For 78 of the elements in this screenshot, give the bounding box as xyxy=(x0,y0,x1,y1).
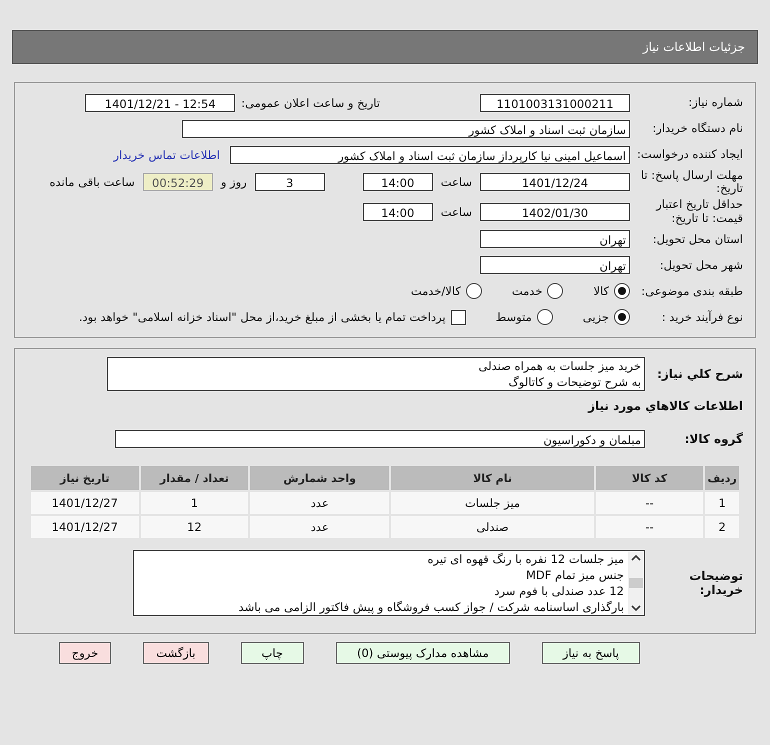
action-button[interactable]: بازگشت xyxy=(143,642,208,664)
table-cell: -- xyxy=(596,492,704,514)
page-title: جزئیات اطلاعات نیاز xyxy=(642,40,745,54)
table-cell: عدد xyxy=(250,516,390,538)
deadline-time-field: 14:00 xyxy=(362,173,433,192)
buyer-contact-link[interactable]: اطلاعات تماس خریدار xyxy=(113,148,220,162)
field-label: روز و xyxy=(220,175,247,190)
column-header: نام کالا xyxy=(391,466,594,490)
field-label: نوع فرآیند خرید : xyxy=(660,310,744,324)
field-label: طبقه بندی موضوعی: xyxy=(640,284,744,298)
action-button[interactable]: پاسخ به نیاز xyxy=(542,642,640,664)
action-button[interactable]: چاپ xyxy=(240,642,304,664)
text-line: خرید میز جلسات به همراه صندلی xyxy=(478,358,641,374)
radio-button[interactable] xyxy=(536,309,553,326)
field-label: شرح کلي نياز: xyxy=(656,367,744,381)
text-line: بارگذاری اساسنامه شرکت / جواز کسب فروشگاه و پیش فاکتور الزامی می باشد xyxy=(238,599,624,615)
checkbox-label: پرداخت تمام یا بخشی از مبلغ خرید،از محل "اسناد خزانه اسلامی" خواهد بود. xyxy=(78,310,446,324)
scrollbar-thumb[interactable] xyxy=(629,578,643,588)
validity-date-field: 1402/01/30 xyxy=(480,202,630,221)
text-line: میز جلسات 12 نفره با رنگ قهوه ای تیره xyxy=(426,551,624,567)
column-header: ردیف xyxy=(705,466,739,490)
field-label: ساعت باقی مانده xyxy=(50,175,135,190)
field-label: شماره نیاز: xyxy=(687,96,744,110)
field-label: مهلت ارسال پاسخ: تا تاریخ: xyxy=(640,169,744,196)
radio-label: کالا/خدمت xyxy=(410,284,461,298)
city-field: تهران xyxy=(480,256,630,274)
field-label: نام دستگاه خریدار: xyxy=(651,122,744,136)
deadline-date-field: 1401/12/24 xyxy=(480,173,630,192)
field-label: ساعت xyxy=(440,204,472,219)
radio-label: کالا xyxy=(593,284,609,298)
field-label: حداقل تاریخ اعتبار قیمت: تا تاریخ: xyxy=(654,198,744,225)
table-cell: 1 xyxy=(705,492,739,514)
table-cell: عدد xyxy=(250,492,390,514)
table-cell: میز جلسات xyxy=(391,492,594,514)
table-cell: صندلی xyxy=(391,516,594,538)
table-cell: 1401/12/27 xyxy=(31,516,139,538)
section-heading: اطلاعات کالاهاي مورد نياز xyxy=(586,399,744,413)
column-header: تاریخ نیاز xyxy=(31,466,139,490)
radio-button[interactable] xyxy=(614,309,630,326)
buyer-org-field: سازمان ثبت اسناد و املاک کشور xyxy=(182,120,630,138)
text-line: 12 عدد صندلی با فوم سرد xyxy=(493,583,624,599)
field-label: توضیحات خریدار: xyxy=(688,569,744,597)
radio-label: خدمت xyxy=(512,284,542,298)
radio-label: متوسط xyxy=(496,310,532,324)
creator-field: اسماعیل امینی نیا کارپرداز سازمان ثبت اسناد و املاک کشور xyxy=(230,146,630,164)
radio-label: جزیی xyxy=(582,310,609,324)
text-line: به شرح توضیحات و کاتالوگ xyxy=(508,374,641,390)
field-label: ایجاد کننده درخواست: xyxy=(636,148,744,162)
need-number-field: 1101003131000211 xyxy=(480,94,630,112)
action-button[interactable]: خروج xyxy=(58,642,112,664)
column-header: تعداد / مقدار xyxy=(140,466,248,490)
goods-group-field: مبلمان و دکوراسیون xyxy=(115,430,645,448)
province-field: تهران xyxy=(480,230,630,248)
scroll-up-icon[interactable] xyxy=(629,553,643,563)
text-line: جنس میز تمام MDF xyxy=(524,567,624,583)
table-cell: 2 xyxy=(705,516,739,538)
radio-button[interactable] xyxy=(466,283,482,300)
field-label: تاریخ و ساعت اعلان عمومی: xyxy=(241,96,380,110)
field-label: استان محل تحویل: xyxy=(652,232,744,246)
radio-button[interactable] xyxy=(547,283,564,300)
validity-time-field: 14:00 xyxy=(362,202,433,221)
column-header: کد کالا xyxy=(596,466,704,490)
checkbox[interactable] xyxy=(450,310,466,325)
scroll-down-icon[interactable] xyxy=(629,603,643,613)
field-label: گروه کالا: xyxy=(684,432,744,446)
field-label: شهر محل تحویل: xyxy=(658,258,744,272)
announce-date-field: 1401/12/21 - 12:54 xyxy=(85,94,236,112)
table-cell: 1 xyxy=(140,492,248,514)
scrollbar[interactable] xyxy=(628,551,644,615)
radio-button[interactable] xyxy=(614,283,630,300)
table-cell: 12 xyxy=(140,516,248,538)
table-cell: 1401/12/27 xyxy=(31,492,139,514)
table-cell: -- xyxy=(596,516,704,538)
column-header: واحد شمارش xyxy=(250,466,390,490)
remaining-time-field: 00:52:29 xyxy=(142,173,213,192)
days-field: 3 xyxy=(254,173,325,192)
action-button[interactable]: مشاهده مدارک پیوستی (0) xyxy=(336,642,510,664)
field-label: ساعت xyxy=(440,175,472,190)
